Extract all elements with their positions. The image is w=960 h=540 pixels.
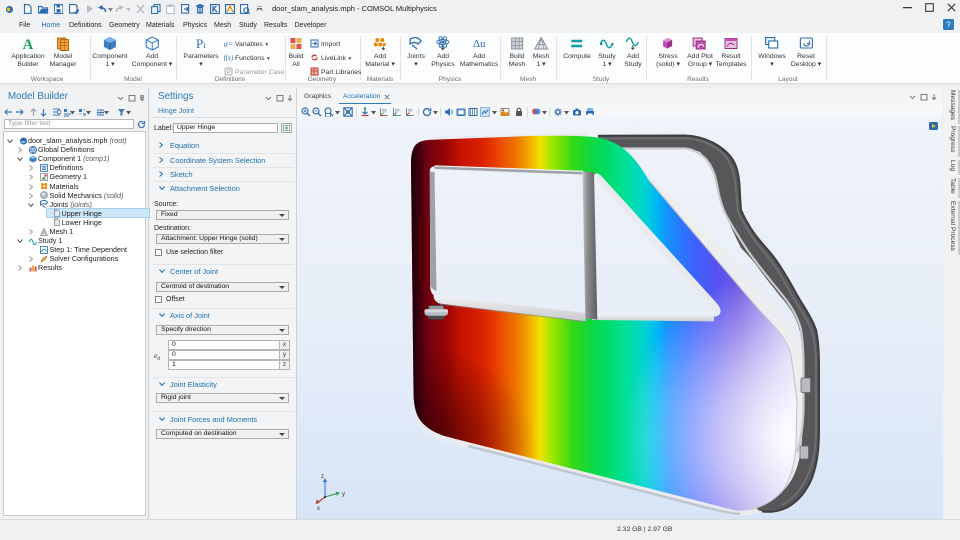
svg-text:xz: xz	[408, 108, 413, 113]
svg-text:xy: xy	[382, 108, 387, 113]
svg-text:Pi: Pi	[196, 36, 206, 51]
svg-text:a=: a=	[224, 40, 233, 49]
svg-text:x: x	[317, 506, 320, 512]
svg-text:P: P	[226, 70, 230, 76]
svg-text:f(x): f(x)	[224, 54, 233, 62]
svg-text:?: ?	[946, 21, 951, 30]
svg-text:Δu: Δu	[473, 38, 486, 50]
svg-text:z: z	[321, 474, 324, 480]
svg-text:yz: yz	[395, 108, 400, 113]
svg-text:y: y	[342, 492, 345, 498]
svg-text:A: A	[23, 37, 34, 51]
